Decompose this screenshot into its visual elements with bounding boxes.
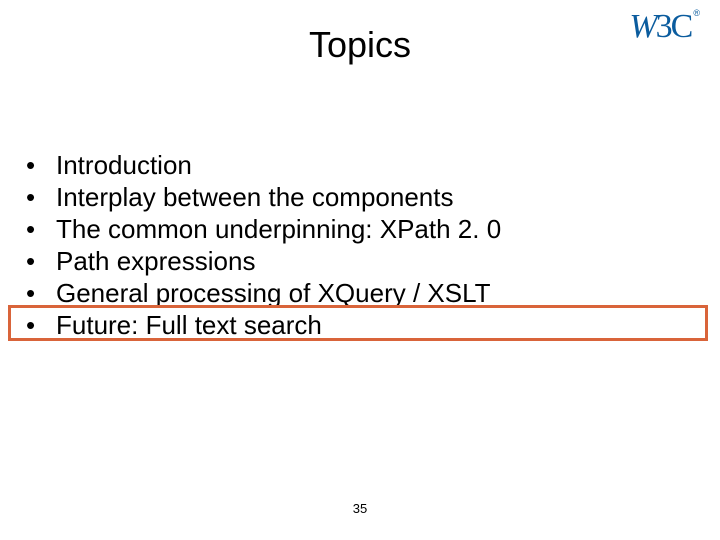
- list-item: • General processing of XQuery / XSLT: [26, 278, 501, 310]
- bullet-icon: •: [26, 150, 56, 182]
- list-item: • Future: Full text search: [26, 310, 501, 342]
- bullet-icon: •: [26, 246, 56, 278]
- list-item-label: Path expressions: [56, 246, 255, 278]
- registered-icon: ®: [693, 8, 700, 18]
- slide: W3C® Topics • Introduction • Interplay b…: [0, 0, 720, 540]
- list-item: • Path expressions: [26, 246, 501, 278]
- list-item: • Introduction: [26, 150, 501, 182]
- list-item: • The common underpinning: XPath 2. 0: [26, 214, 501, 246]
- bullet-icon: •: [26, 278, 56, 310]
- list-item: • Interplay between the components: [26, 182, 501, 214]
- list-item-label: General processing of XQuery / XSLT: [56, 278, 491, 310]
- list-item-label: Introduction: [56, 150, 192, 182]
- page-number: 35: [0, 501, 720, 516]
- list-item-label: The common underpinning: XPath 2. 0: [56, 214, 501, 246]
- list-item-label: Interplay between the components: [56, 182, 453, 214]
- bullet-icon: •: [26, 214, 56, 246]
- bullet-icon: •: [26, 182, 56, 214]
- slide-title: Topics: [0, 24, 720, 66]
- bullet-list: • Introduction • Interplay between the c…: [26, 150, 501, 342]
- list-item-label: Future: Full text search: [56, 310, 322, 342]
- bullet-icon: •: [26, 310, 56, 342]
